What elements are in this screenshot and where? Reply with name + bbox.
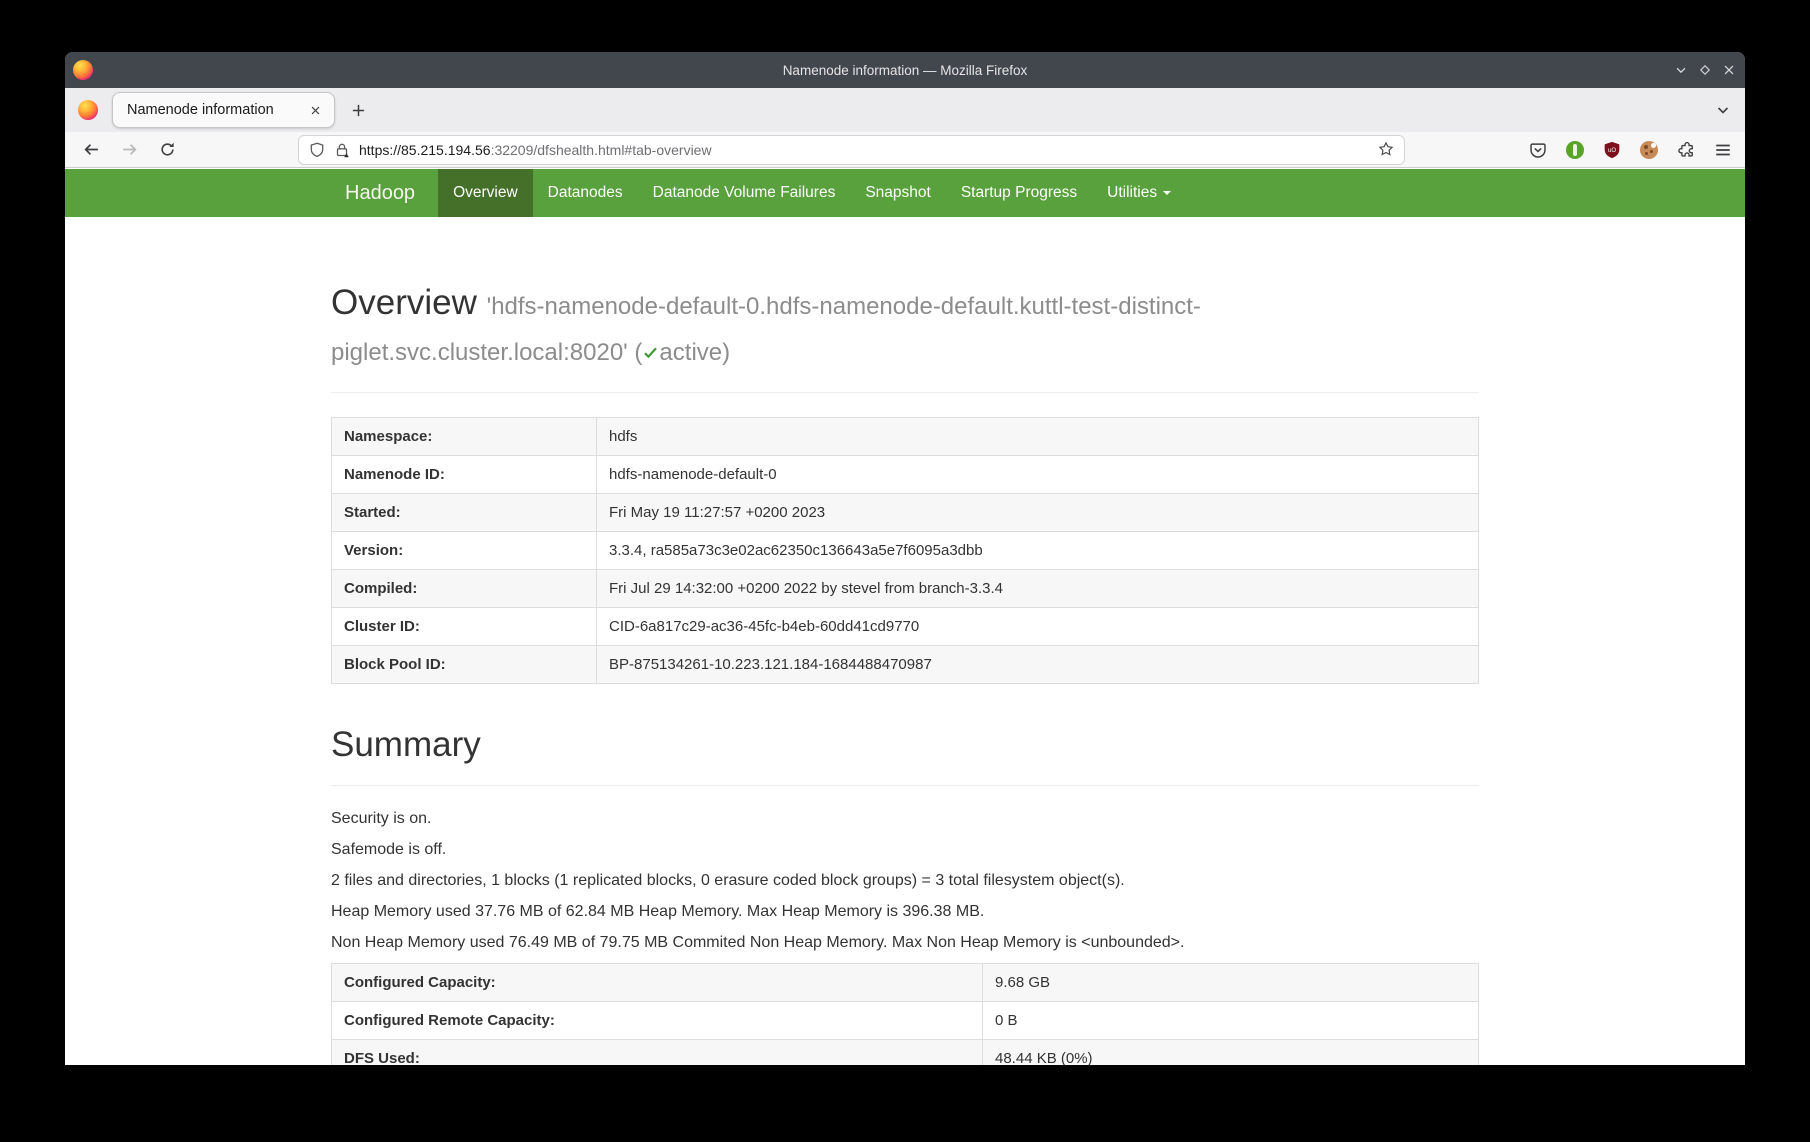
row-value: hdfs [597, 418, 1479, 456]
active-check-icon [642, 338, 659, 355]
row-label: Block Pool ID: [332, 646, 597, 684]
row-value: 3.3.4, ra585a73c3e02ac62350c136643a5e7f6… [597, 532, 1479, 570]
navbar-item-label: Utilities [1107, 169, 1157, 217]
row-label: Configured Capacity: [332, 963, 983, 1001]
url-path: :32209/dfshealth.html#tab-overview [491, 142, 712, 158]
summary-paragraphs: Security is on. Safemode is off. 2 files… [331, 808, 1479, 953]
navbar-item-label: Datanodes [548, 169, 623, 217]
table-row: Started: Fri May 19 11:27:57 +0200 2023 [332, 494, 1479, 532]
extensions-puzzle-icon[interactable] [1676, 140, 1696, 160]
window-titlebar[interactable]: Namenode information — Mozilla Firefox [65, 52, 1745, 88]
navbar-item[interactable]: Utilities [1092, 169, 1186, 217]
row-value: Fri Jul 29 14:32:00 +0200 2022 by stevel… [597, 570, 1479, 608]
summary-heading: Summary [331, 722, 1479, 768]
firefox-window: Namenode information — Mozilla Firefox N… [65, 52, 1745, 1065]
navbar-item[interactable]: Startup Progress [946, 169, 1092, 217]
url-text[interactable]: https://85.215.194.56:32209/dfshealth.ht… [359, 142, 1378, 158]
table-row: Namespace: hdfs [332, 418, 1479, 456]
tab-close-icon[interactable] [306, 101, 324, 119]
hadoop-navbar: Hadoop Overview Datanodes Datanode Volum… [65, 169, 1745, 217]
status-badge: active [659, 339, 722, 366]
menu-hamburger-icon[interactable] [1713, 140, 1733, 160]
ublock-origin-icon[interactable]: uO [1602, 140, 1622, 160]
bookmark-star-icon[interactable] [1378, 141, 1396, 159]
row-value: BP-875134261-10.223.121.184-168448847098… [597, 646, 1479, 684]
navbar-item[interactable]: Overview [438, 169, 533, 217]
close-icon[interactable] [1721, 62, 1737, 78]
table-row: Cluster ID: CID-6a817c29-ac36-45fc-b4eb-… [332, 608, 1479, 646]
cookie-icon[interactable] [1639, 140, 1659, 160]
row-value: hdfs-namenode-default-0 [597, 456, 1479, 494]
row-label: Namespace: [332, 418, 597, 456]
forward-icon[interactable] [117, 138, 141, 162]
summary-text: Safemode is off. [331, 839, 1479, 860]
navbar-items: Overview Datanodes Datanode Volume Failu… [438, 169, 1186, 217]
back-icon[interactable] [79, 138, 103, 162]
url-host: https://85.215.194.56 [359, 142, 491, 158]
row-value: 48.44 KB (0%) [983, 1039, 1479, 1065]
table-row: Version: 3.3.4, ra585a73c3e02ac62350c136… [332, 532, 1479, 570]
row-value: Fri May 19 11:27:57 +0200 2023 [597, 494, 1479, 532]
navigation-toolbar: https://85.215.194.56:32209/dfshealth.ht… [65, 132, 1745, 168]
browser-tab[interactable]: Namenode information [112, 92, 335, 128]
row-label: Configured Remote Capacity: [332, 1001, 983, 1039]
minimize-icon[interactable] [1673, 62, 1689, 78]
svg-text:uO: uO [1608, 147, 1616, 153]
summary-text: Security is on. [331, 808, 1479, 829]
summary-text: Non Heap Memory used 76.49 MB of 79.75 M… [331, 932, 1479, 953]
navbar-item-label: Snapshot [865, 169, 931, 217]
row-value: 0 B [983, 1001, 1479, 1039]
table-row: Configured Capacity: 9.68 GB [332, 963, 1479, 1001]
navbar-item[interactable]: Datanode Volume Failures [638, 169, 851, 217]
tab-title: Namenode information [127, 102, 306, 118]
new-tab-icon[interactable] [345, 97, 371, 123]
summary-text: 2 files and directories, 1 blocks (1 rep… [331, 870, 1479, 891]
navbar-brand[interactable]: Hadoop [331, 169, 430, 217]
maximize-icon[interactable] [1697, 62, 1713, 78]
row-value: CID-6a817c29-ac36-45fc-b4eb-60dd41cd9770 [597, 608, 1479, 646]
navbar-item[interactable]: Datanodes [533, 169, 638, 217]
tracking-shield-icon[interactable] [309, 142, 325, 158]
row-label: Compiled: [332, 570, 597, 608]
table-row: Namenode ID: hdfs-namenode-default-0 [332, 456, 1479, 494]
table-row: Block Pool ID: BP-875134261-10.223.121.1… [332, 646, 1479, 684]
tab-strip: Namenode information [65, 88, 1745, 132]
green-extension-icon[interactable] [1565, 140, 1585, 160]
namenode-info-table: Namespace: hdfs Namenode ID: hdfs-nameno… [331, 417, 1479, 684]
table-row: DFS Used: 48.44 KB (0%) [332, 1039, 1479, 1065]
page-viewport: Hadoop Overview Datanodes Datanode Volum… [65, 169, 1745, 1065]
row-value: 9.68 GB [983, 963, 1479, 1001]
window-title: Namenode information — Mozilla Firefox [65, 63, 1745, 78]
table-row: Configured Remote Capacity: 0 B [332, 1001, 1479, 1039]
utilities-caret-icon [1163, 191, 1171, 195]
row-label: Started: [332, 494, 597, 532]
reload-icon[interactable] [155, 138, 179, 162]
navbar-item-label: Overview [453, 169, 518, 217]
url-bar[interactable]: https://85.215.194.56:32209/dfshealth.ht… [298, 135, 1405, 165]
table-row: Compiled: Fri Jul 29 14:32:00 +0200 2022… [332, 570, 1479, 608]
navbar-item-label: Startup Progress [961, 169, 1077, 217]
row-label: Namenode ID: [332, 456, 597, 494]
list-all-tabs-icon[interactable] [1715, 102, 1745, 118]
firefox-view-icon[interactable] [78, 100, 98, 120]
overview-heading: Overview [331, 283, 477, 322]
summary-text: Heap Memory used 37.76 MB of 62.84 MB He… [331, 901, 1479, 922]
pocket-save-icon[interactable] [1528, 140, 1548, 160]
capacity-table: Configured Capacity: 9.68 GB Configured … [331, 963, 1479, 1065]
lock-warning-icon[interactable] [334, 142, 350, 158]
navbar-item-label: Datanode Volume Failures [653, 169, 836, 217]
navbar-item[interactable]: Snapshot [850, 169, 946, 217]
row-label: Version: [332, 532, 597, 570]
row-label: Cluster ID: [332, 608, 597, 646]
row-label: DFS Used: [332, 1039, 983, 1065]
page-title: Overview 'hdfs-namenode-default-0.hdfs-n… [331, 280, 1479, 372]
